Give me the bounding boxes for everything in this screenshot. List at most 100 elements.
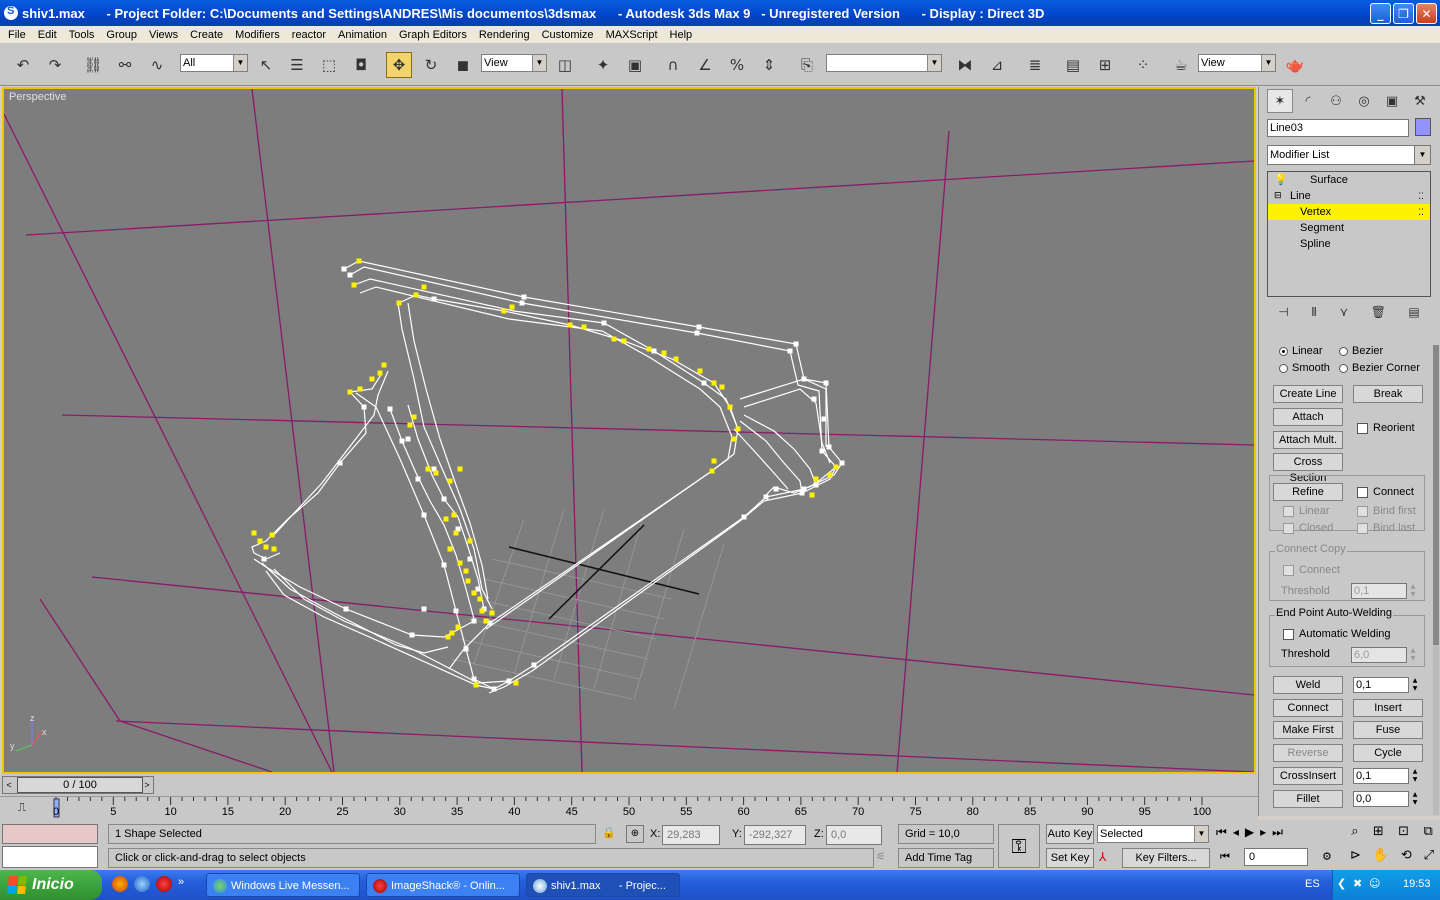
vertex-selected[interactable] [381,362,387,368]
current-frame-field[interactable]: 0 [1244,848,1308,866]
stack-item-surface[interactable]: 💡 Surface [1268,172,1430,188]
z-coordinate-field[interactable]: 0,0 [826,825,882,845]
vertex-selected[interactable] [357,386,363,392]
select-by-name-icon[interactable]: ☰ [284,52,310,78]
vertex-selected[interactable] [735,426,741,432]
vertex-white[interactable] [651,348,657,354]
go-to-start-icon[interactable]: ⏮ [1216,825,1227,840]
snaps-toggle-icon[interactable]: ∩ [660,52,686,78]
refine-button[interactable]: Refine [1273,483,1343,501]
previous-frame-icon[interactable]: ◂ [1233,825,1239,840]
vertex-selected[interactable] [377,370,383,376]
configure-modifier-sets-icon[interactable]: ▤ [1408,305,1419,325]
vertex-white[interactable] [441,562,447,568]
show-end-result-icon[interactable]: Ⅱ [1311,305,1317,325]
vertex-selected[interactable] [731,436,737,442]
edit-named-selection-icon[interactable]: ⎘ [794,52,820,78]
bind-last-checkbox[interactable]: Bind last [1357,522,1415,535]
vertex-selected[interactable] [347,389,353,395]
menu-reactor[interactable]: reactor [286,29,332,41]
vertex-selected[interactable] [673,356,679,362]
collapse-icon[interactable]: ⊟ [1274,188,1282,204]
utilities-tab-icon[interactable]: ⚒ [1407,89,1433,113]
vertex-selected[interactable] [501,308,507,314]
command-panel-scrollbar[interactable] [1433,345,1439,815]
window-crossing-icon[interactable]: ◘ [348,52,374,78]
vertex-selected[interactable] [257,538,263,544]
vertex-selected[interactable] [433,470,439,476]
menu-edit[interactable]: Edit [32,29,63,41]
select-and-manipulate-icon[interactable]: ✦ [590,52,616,78]
cycle-button[interactable]: Cycle [1353,744,1423,762]
schematic-view-icon[interactable]: ⊞ [1092,52,1118,78]
auto-key-button[interactable]: Auto Key [1046,824,1094,844]
remove-modifier-icon[interactable]: 🗑 [1371,305,1386,325]
stack-item-spline[interactable]: Spline [1268,236,1430,252]
vertex-white[interactable] [601,320,607,326]
percent-snap-icon[interactable]: % [724,52,750,78]
vertex-white[interactable] [343,606,349,612]
vertex-selected[interactable] [489,610,495,616]
select-and-rotate-icon[interactable]: ↻ [418,52,444,78]
angle-snap-icon[interactable]: ∠ [692,52,718,78]
menu-modifiers[interactable]: Modifiers [229,29,286,41]
vertex-selected[interactable] [465,578,471,584]
menu-tools[interactable]: Tools [63,29,101,41]
task-3dsmax[interactable]: shiv1.max - Projec... [526,873,680,897]
vertex-white[interactable] [405,436,411,442]
vertex-selected[interactable] [827,472,833,478]
close-button[interactable]: ✕ [1416,3,1437,24]
object-name-field[interactable]: Line03 [1267,119,1409,137]
vertex-white[interactable] [491,686,497,692]
reorient-checkbox[interactable]: Reorient [1357,422,1415,435]
connect-button[interactable]: Connect [1273,699,1343,717]
more-quick-launch-icon[interactable]: » [178,876,184,892]
task-imageshack[interactable]: ImageShack® - Onlin... [366,873,520,897]
maximize-button[interactable]: ❐ [1393,3,1414,24]
vertex-white[interactable] [409,632,415,638]
vertex-white[interactable] [387,406,393,412]
vertex-white[interactable] [471,618,477,624]
fuse-button[interactable]: Fuse [1353,721,1423,739]
vertex-selected[interactable] [711,380,717,386]
lightbulb-icon[interactable]: 💡 [1274,172,1288,188]
vertex-white[interactable] [819,448,825,454]
connect-copy-checkbox[interactable]: Connect [1283,564,1340,577]
curve-editor-icon[interactable]: ▤ [1060,52,1086,78]
spinner-arrows-icon[interactable]: ▲ ▼ [1408,647,1418,663]
zoom-all-icon[interactable]: ⊞ [1373,824,1384,839]
vertex-selected[interactable] [453,530,459,536]
redo-icon[interactable]: ↷ [42,52,68,78]
crossinsert-spinner[interactable]: 0,1 ▲ ▼ [1353,768,1417,784]
vertex-selected[interactable] [269,532,275,538]
menu-file[interactable]: File [2,29,32,41]
tray-messenger-icon[interactable]: ☺ [1369,877,1380,890]
vertex-selected[interactable] [719,384,725,390]
vertex-white[interactable] [701,380,707,386]
vertex-selected[interactable] [356,258,362,264]
vertex-selected[interactable] [697,368,703,374]
vertex-selected[interactable] [425,466,431,472]
vertex-selected[interactable] [447,546,453,552]
add-time-tag-button[interactable]: Add Time Tag [898,848,994,868]
spinner-snap-icon[interactable]: ⇕ [756,52,782,78]
vertex-white[interactable] [506,678,512,684]
vertex-white[interactable] [399,438,405,444]
language-indicator[interactable]: ES [1305,878,1320,890]
vertex-white[interactable] [463,646,469,652]
vertex-white[interactable] [821,416,827,422]
vertex-white[interactable] [421,606,427,612]
menu-customize[interactable]: Customize [536,29,600,41]
vertex-selected[interactable] [449,630,455,636]
refine-linear-checkbox[interactable]: Linear [1283,505,1330,518]
prompt-options-icon[interactable]: ⚟ [876,850,886,863]
named-selection-dropdown[interactable]: ▼ [826,54,942,72]
stack-item-vertex[interactable]: Vertex ⁚⁚ [1268,204,1430,220]
tray-network-icon[interactable]: ✖ [1353,877,1362,890]
pivot-center-icon[interactable]: ◫ [552,52,578,78]
vertex-selected[interactable] [443,516,449,522]
vertex-white[interactable] [694,330,700,336]
x-coordinate-field[interactable]: 29,283 [662,825,720,845]
vertex-selected[interactable] [809,492,815,498]
track-bar[interactable]: ⎍ 0 5 10 15 20 25 30 35 40 45 50 55 60 65 70 75 80 85 90 95… [0,796,1258,820]
